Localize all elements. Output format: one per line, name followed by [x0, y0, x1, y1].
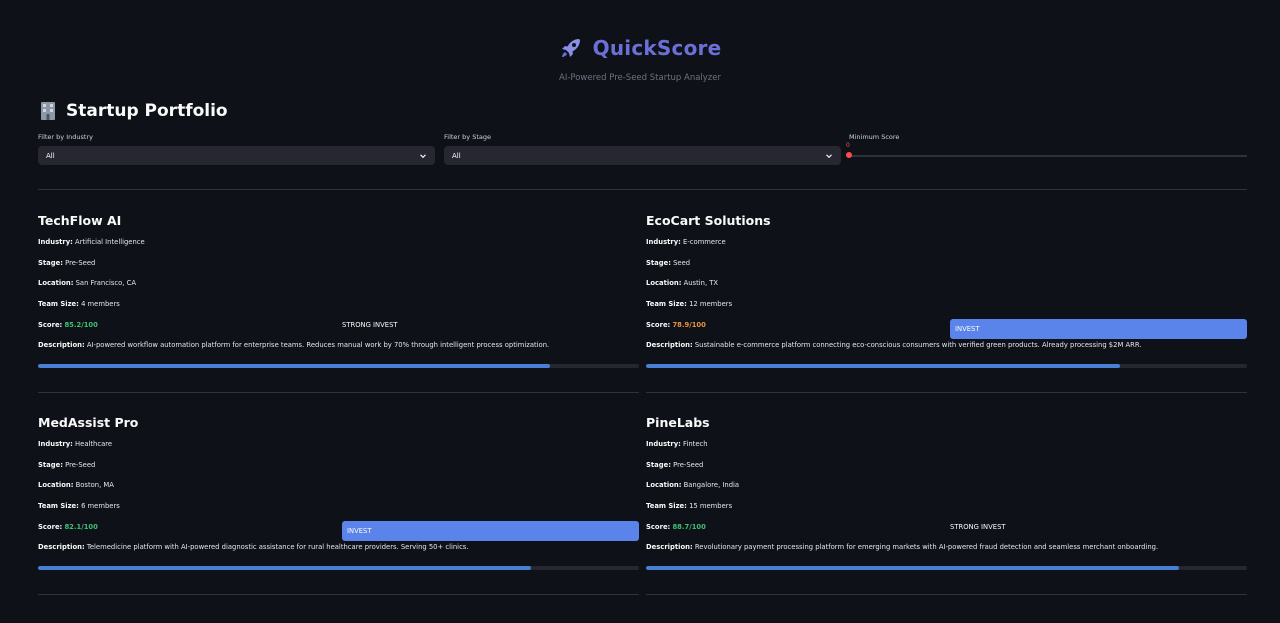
- startup-description: Description: Telemedicine platform with …: [38, 543, 469, 551]
- min-score-label: Minimum Score: [849, 133, 900, 141]
- startup-industry: Industry: E-commerce: [646, 238, 726, 246]
- divider: [646, 594, 1247, 595]
- startup-stage: Stage: Pre-Seed: [38, 259, 96, 267]
- startup-score: Score: 85.2/100: [38, 321, 98, 329]
- min-score-value: 0: [846, 142, 850, 149]
- score-progress-fill: [38, 566, 532, 570]
- score-progress-bar: [38, 566, 639, 570]
- app-title: QuickScore: [559, 36, 722, 60]
- startup-team-size: Team Size: 12 members: [646, 300, 733, 308]
- startup-score: Score: 82.1/100: [38, 523, 98, 531]
- startup-stage: Stage: Pre-Seed: [646, 461, 704, 469]
- startup-card: EcoCart Solutions Industry: E-commerce S…: [646, 213, 1248, 373]
- recommendation-label: STRONG INVEST: [950, 523, 1006, 531]
- startup-name: TechFlow AI: [38, 213, 122, 228]
- startup-industry: Industry: Artificial Intelligence: [38, 238, 145, 246]
- industry-filter-select[interactable]: All: [38, 146, 435, 165]
- startup-name: PineLabs: [646, 415, 710, 430]
- startup-description: Description: Revolutionary payment proce…: [646, 543, 1159, 551]
- chevron-down-icon: [826, 153, 832, 158]
- divider: [38, 594, 639, 595]
- divider: [38, 392, 639, 393]
- startup-score: Score: 78.9/100: [646, 321, 706, 329]
- invest-button[interactable]: INVEST: [342, 521, 639, 541]
- startup-location: Location: Bangalore, India: [646, 481, 740, 489]
- recommendation-label: STRONG INVEST: [342, 321, 398, 329]
- startup-location: Location: San Francisco, CA: [38, 279, 137, 287]
- startup-card: TechFlow AI Industry: Artificial Intelli…: [38, 213, 640, 373]
- startup-industry: Industry: Fintech: [646, 440, 708, 448]
- startup-team-size: Team Size: 6 members: [38, 502, 120, 510]
- startup-stage: Stage: Seed: [646, 259, 691, 267]
- stage-filter-value: All: [452, 151, 461, 160]
- rocket-icon: [561, 39, 580, 57]
- startup-description: Description: Sustainable e-commerce plat…: [646, 341, 1142, 349]
- app-title-text: QuickScore: [592, 36, 722, 60]
- building-icon: [41, 102, 55, 120]
- invest-button[interactable]: INVEST: [950, 319, 1247, 339]
- startup-location: Location: Austin, TX: [646, 279, 719, 287]
- startup-location: Location: Boston, MA: [38, 481, 114, 489]
- app-header: QuickScore: [0, 36, 1280, 64]
- startup-card: PineLabs Industry: Fintech Stage: Pre-Se…: [646, 415, 1248, 575]
- score-progress-fill: [38, 364, 551, 368]
- startup-industry: Industry: Healthcare: [38, 440, 113, 448]
- divider: [38, 189, 1247, 190]
- startup-name: MedAssist Pro: [38, 415, 139, 430]
- min-score-slider-thumb[interactable]: [846, 152, 852, 158]
- industry-filter-label: Filter by Industry: [38, 133, 93, 141]
- startup-score: Score: 88.7/100: [646, 523, 706, 531]
- score-progress-fill: [646, 364, 1121, 368]
- min-score-slider-track[interactable]: [849, 155, 1247, 157]
- score-progress-bar: [646, 566, 1247, 570]
- stage-filter-label: Filter by Stage: [444, 133, 491, 141]
- startup-stage: Stage: Pre-Seed: [38, 461, 96, 469]
- app-subtitle: AI-Powered Pre-Seed Startup Analyzer: [559, 73, 721, 83]
- startup-name: EcoCart Solutions: [646, 213, 771, 228]
- startup-team-size: Team Size: 4 members: [38, 300, 120, 308]
- divider: [646, 392, 1247, 393]
- score-progress-bar: [38, 364, 639, 368]
- startup-description: Description: AI-powered workflow automat…: [38, 341, 550, 349]
- startup-card: MedAssist Pro Industry: Healthcare Stage…: [38, 415, 640, 575]
- chevron-down-icon: [420, 153, 426, 158]
- score-progress-fill: [646, 566, 1180, 570]
- score-progress-bar: [646, 364, 1247, 368]
- section-title: Startup Portfolio: [38, 101, 228, 121]
- startup-team-size: Team Size: 15 members: [646, 502, 733, 510]
- section-title-text: Startup Portfolio: [66, 101, 228, 121]
- stage-filter-select[interactable]: All: [444, 146, 841, 165]
- industry-filter-value: All: [46, 151, 55, 160]
